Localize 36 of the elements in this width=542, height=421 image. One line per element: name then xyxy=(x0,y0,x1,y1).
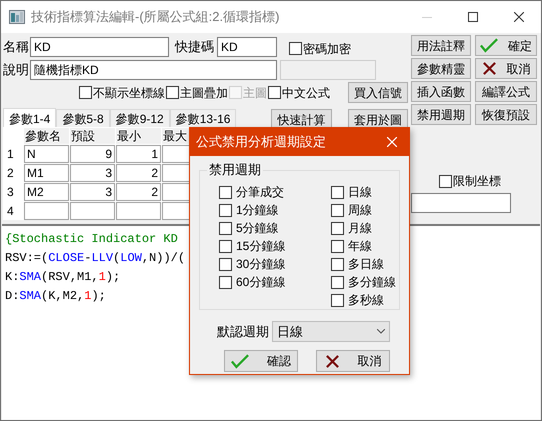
checkbox-label: 15分鐘線 xyxy=(236,238,286,255)
column-header: 預設 xyxy=(70,128,115,144)
checkbox-label: 年線 xyxy=(348,238,372,255)
field-label: 說明 xyxy=(3,60,30,79)
field-label: 名稱 xyxy=(3,38,30,56)
checkbox-label: 主圖疊加 xyxy=(180,84,228,102)
row-number: 2 xyxy=(7,164,15,182)
column-header: 最小 xyxy=(116,128,161,144)
field-label: 默認週期 xyxy=(217,322,270,341)
code-line: K:SMA(RSV,M1,1); xyxy=(5,269,120,286)
checkbox-label: 密碼加密 xyxy=(303,40,351,58)
field-label: 快捷碼 xyxy=(175,38,215,56)
row-number: 3 xyxy=(7,184,15,200)
checkbox-label: 1分鐘線 xyxy=(236,202,279,219)
column-header: 參數名 xyxy=(24,128,69,144)
checkbox-label: 不顯示坐標線 xyxy=(93,84,165,102)
checkbox-label: 限制坐標 xyxy=(453,173,501,190)
code-line: D:SMA(K,M2,1); xyxy=(5,288,106,305)
checkbox-label: 周線 xyxy=(348,202,372,219)
window-title: 技術指標算法編輯-(所屬公式組:2.循環指標) xyxy=(31,8,280,26)
checkbox-label: 30分鐘線 xyxy=(236,256,286,273)
checkbox-label: 多分鐘線 xyxy=(348,274,396,291)
checkbox-label: 多秒線 xyxy=(348,292,384,309)
checkbox-label: 月線 xyxy=(348,220,372,237)
checkbox-label: 日線 xyxy=(348,184,372,201)
checkbox-label: 多日線 xyxy=(348,256,384,273)
checkbox-label: 中文公式 xyxy=(282,84,330,102)
code-line: RSV:=(CLOSE-LLV(LOW,N))/( xyxy=(5,250,186,267)
checkbox-label: 5分鐘線 xyxy=(236,220,279,237)
checkbox-label: 分筆成交 xyxy=(236,184,284,201)
row-number: 4 xyxy=(7,202,15,220)
group-label: 禁用週期 xyxy=(207,162,263,178)
row-number: 1 xyxy=(7,146,15,162)
checkbox-label: 主圖 xyxy=(243,84,267,102)
checkbox-label: 60分鐘線 xyxy=(236,274,286,291)
code-line: {Stochastic Indicator KD xyxy=(5,231,178,248)
